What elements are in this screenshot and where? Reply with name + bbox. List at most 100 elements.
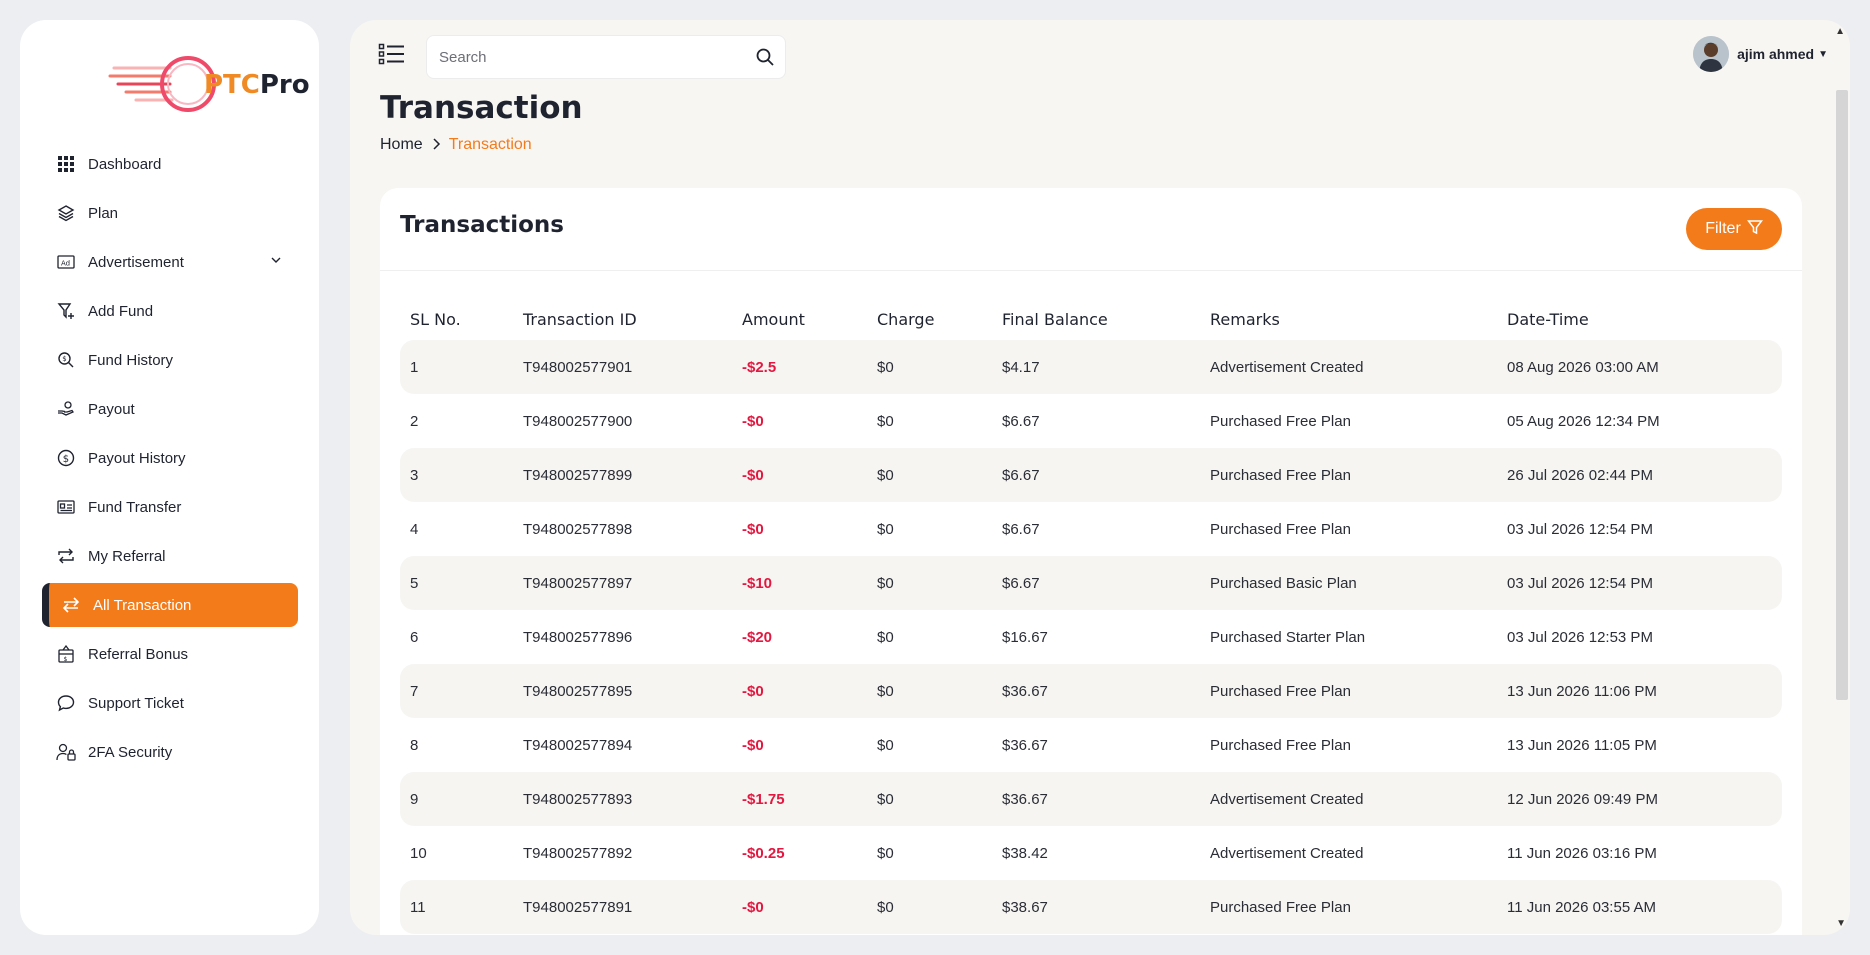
final-balance-cell: $6.67: [992, 448, 1200, 502]
svg-text:$: $: [63, 454, 69, 465]
user-menu[interactable]: ajim ahmed ▼: [1693, 36, 1828, 72]
sl-no-cell: 10: [410, 844, 427, 862]
amount-cell: -$20: [742, 628, 773, 646]
dollar-circle-icon: $: [56, 448, 76, 468]
svg-text:Ad: Ad: [61, 260, 70, 268]
sl-no-cell: 8: [410, 736, 419, 754]
table-row: 11 T948002577891 -$0 $0 $38.67 Purchased…: [400, 880, 1782, 934]
sidebar-item-fund-transfer[interactable]: Fund Transfer: [42, 485, 298, 529]
sidebar-item-support-ticket[interactable]: Support Ticket: [42, 681, 298, 725]
sidebar-item-label: Advertisement: [88, 253, 184, 271]
amount-cell: -$1.75: [732, 772, 867, 826]
final-balance-cell: $38.67: [992, 880, 1200, 934]
chevron-down-icon[interactable]: [270, 253, 282, 270]
sidebar-item-2fa-security[interactable]: 2FA Security: [42, 730, 298, 774]
brand-name: PTCPro: [204, 70, 310, 100]
brand-name-accent: PTC: [204, 70, 260, 100]
sidebar-item-referral-bonus[interactable]: $ Referral Bonus: [42, 632, 298, 676]
vertical-scrollbar[interactable]: ▲ ▼: [1834, 20, 1850, 935]
user-name: ajim ahmed: [1737, 46, 1815, 62]
sidebar-item-my-referral[interactable]: My Referral: [42, 534, 298, 578]
date-time-cell: 13 Jun 2026 11:06 PM: [1497, 664, 1782, 718]
table-row: 6 T948002577896 -$20 $0 $16.67 Purchased…: [400, 610, 1782, 664]
svg-text:$: $: [62, 355, 66, 363]
date-time-cell: 11 Jun 2026 03:16 PM: [1507, 844, 1657, 862]
scrollbar-thumb[interactable]: [1836, 90, 1848, 700]
sidebar-item-label: Support Ticket: [88, 694, 184, 712]
charge-cell: $0: [877, 736, 894, 754]
column-header: Date-Time: [1507, 309, 1589, 329]
breadcrumb-home[interactable]: Home: [380, 136, 423, 154]
sidebar-item-label: 2FA Security: [88, 743, 173, 761]
menu-toggle-icon[interactable]: [378, 42, 406, 66]
avatar: [1693, 36, 1730, 72]
caret-down-icon[interactable]: ▼: [1818, 49, 1828, 60]
charge-cell: $0: [877, 520, 894, 538]
main-panel: ajim ahmed ▼ Transaction Home Transactio…: [350, 20, 1850, 935]
table-row: 10 T948002577892 -$0.25 $0 $38.42 Advert…: [400, 826, 1782, 880]
amount-cell: -$0: [742, 520, 764, 538]
breadcrumb-current: Transaction: [448, 136, 532, 153]
final-balance-cell: $38.42: [1002, 844, 1048, 862]
remarks-cell: Advertisement Created: [1200, 772, 1497, 826]
date-time-cell: 08 Aug 2026 03:00 AM: [1497, 340, 1782, 394]
filter-button-label: Filter: [1705, 220, 1741, 237]
sidebar-item-fund-history[interactable]: $ Fund History: [42, 338, 298, 382]
sl-no-cell: 4: [410, 520, 419, 538]
filter-button[interactable]: Filter: [1686, 208, 1782, 250]
charge-cell: $0: [877, 628, 894, 646]
sidebar-item-payout[interactable]: Payout: [42, 387, 298, 431]
funnel-plus-icon: [56, 301, 76, 321]
amount-cell: -$0: [742, 736, 764, 754]
remarks-cell: Purchased Free Plan: [1210, 520, 1351, 538]
sidebar: PTCPro Dashboard Plan Ad Advertisement A…: [20, 20, 319, 935]
sidebar-item-plan[interactable]: Plan: [42, 191, 298, 235]
remarks-cell: Purchased Free Plan: [1210, 412, 1351, 430]
scroll-down-arrow-icon[interactable]: ▼: [1836, 918, 1846, 929]
transaction-id-cell: T948002577896: [523, 628, 633, 646]
sidebar-nav: Dashboard Plan Ad Advertisement Add Fund: [42, 142, 298, 779]
sidebar-item-payout-history[interactable]: $ Payout History: [42, 436, 298, 480]
sidebar-item-add-fund[interactable]: Add Fund: [42, 289, 298, 333]
sidebar-item-all-transaction[interactable]: All Transaction: [42, 583, 298, 627]
sidebar-item-label: Fund History: [88, 351, 174, 369]
transaction-id-cell: T948002577895: [513, 664, 732, 718]
divider: [380, 270, 1802, 271]
amount-cell: -$10: [732, 556, 867, 610]
sl-no-cell: 7: [400, 664, 513, 718]
transaction-id-cell: T948002577893: [513, 772, 732, 826]
sidebar-item-advertisement[interactable]: Ad Advertisement: [42, 240, 298, 284]
transaction-id-cell: T948002577891: [513, 880, 732, 934]
transaction-id-cell: T948002577898: [523, 520, 633, 538]
column-header: Remarks: [1210, 309, 1280, 329]
date-time-cell: 03 Jul 2026 12:54 PM: [1497, 556, 1782, 610]
final-balance-cell: $6.67: [992, 556, 1200, 610]
scroll-up-arrow-icon[interactable]: ▲: [1835, 26, 1845, 37]
hand-coin-icon: [56, 399, 76, 419]
remarks-cell: Purchased Basic Plan: [1200, 556, 1497, 610]
date-time-cell: 11 Jun 2026 03:55 AM: [1497, 880, 1782, 934]
sidebar-item-label: Dashboard: [88, 155, 162, 173]
date-time-cell: 05 Aug 2026 12:34 PM: [1507, 412, 1660, 430]
final-balance-cell: $6.67: [1002, 520, 1040, 538]
date-time-cell: 26 Jul 2026 02:44 PM: [1497, 448, 1782, 502]
remarks-cell: Purchased Starter Plan: [1210, 628, 1366, 646]
sidebar-item-dashboard[interactable]: Dashboard: [42, 142, 298, 186]
date-time-cell: 03 Jul 2026 12:53 PM: [1507, 628, 1653, 646]
brand-logo[interactable]: PTCPro: [92, 38, 310, 118]
grid-icon: [56, 154, 76, 174]
sl-no-cell: 5: [400, 556, 513, 610]
charge-cell: $0: [877, 412, 894, 430]
transaction-id-cell: T948002577900: [523, 412, 633, 430]
search-input[interactable]: [427, 36, 727, 78]
remarks-cell: Purchased Free Plan: [1200, 880, 1497, 934]
column-header: SL No.: [410, 309, 461, 329]
repeat-icon: [56, 546, 76, 566]
sidebar-item-label: All Transaction: [93, 596, 192, 614]
transaction-id-cell: T948002577899: [513, 448, 732, 502]
sl-no-cell: 6: [410, 628, 419, 646]
search-icon[interactable]: [755, 47, 775, 72]
user-lock-icon: [56, 742, 76, 762]
final-balance-cell: $36.67: [992, 664, 1200, 718]
remarks-cell: Purchased Free Plan: [1200, 448, 1497, 502]
